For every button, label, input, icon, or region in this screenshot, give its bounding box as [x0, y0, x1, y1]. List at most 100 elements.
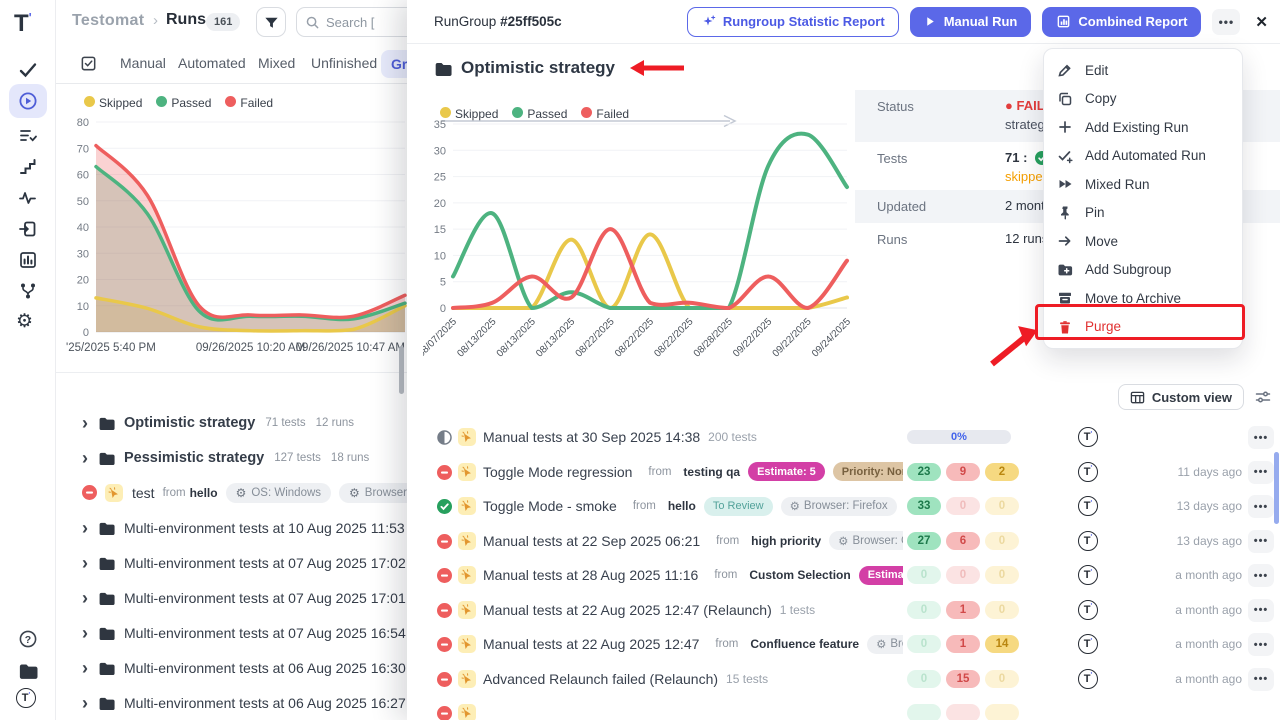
run-checklist-icon[interactable]: [80, 55, 98, 73]
run-row[interactable]: Manual tests at 28 Aug 2025 11:16 fromCu…: [407, 558, 1280, 593]
rungroup-name[interactable]: Multi-environment tests at 07 Aug 2025 1…: [124, 590, 406, 606]
run-title[interactable]: Manual tests at 22 Aug 2025 12:47: [483, 636, 699, 652]
run-title[interactable]: Toggle Mode - smoke: [483, 498, 617, 514]
run-name[interactable]: test: [132, 485, 155, 501]
menu-item-mixed-run[interactable]: Mixed Run: [1044, 170, 1242, 199]
close-icon[interactable]: ✕: [1255, 13, 1268, 31]
run-title[interactable]: Manual tests at 28 Aug 2025 11:16: [483, 567, 698, 583]
suite-name[interactable]: Custom Selection: [749, 568, 850, 582]
run-row[interactable]: Advanced Relaunch failed (Relaunch) 15 t…: [407, 662, 1280, 697]
run-title[interactable]: Toggle Mode regression: [483, 464, 632, 480]
suite-name[interactable]: hello: [668, 499, 696, 513]
list-item[interactable]: › Multi-environment tests at 06 Aug 2025…: [56, 650, 407, 685]
chevron-right-icon[interactable]: ›: [82, 624, 88, 642]
help-icon[interactable]: [18, 629, 38, 649]
list-item[interactable]: test from hello ⚙OS: Windows ⚙Browser: C…: [56, 475, 407, 510]
search-input[interactable]: Search [ ✕: [296, 7, 407, 37]
row-menu-button[interactable]: •••: [1248, 668, 1274, 691]
rungroup-name[interactable]: Multi-environment tests at 06 Aug 2025 1…: [124, 660, 406, 676]
tests-check-icon[interactable]: [18, 60, 38, 80]
run-row[interactable]: Manual tests at 30 Sep 2025 14:38200 tes…: [407, 420, 1280, 455]
row-menu-button[interactable]: •••: [1248, 530, 1274, 553]
rungroup-name[interactable]: Optimistic strategy: [124, 415, 255, 431]
tab-mixed[interactable]: Mixed: [258, 55, 295, 71]
list-item[interactable]: › Multi-environment tests at 07 Aug 2025…: [56, 580, 407, 615]
menu-item-add-subgroup[interactable]: Add Subgroup: [1044, 256, 1242, 285]
test-plans-icon[interactable]: [18, 126, 38, 146]
run-row[interactable]: Toggle Mode regression fromtesting qa Es…: [407, 455, 1280, 490]
rungroup-name[interactable]: Multi-environment tests at 07 Aug 2025 1…: [124, 555, 406, 571]
row-menu-button[interactable]: •••: [1248, 495, 1274, 518]
avatar[interactable]: T': [1078, 427, 1098, 447]
tab-automated[interactable]: Automated: [178, 55, 246, 71]
tab-manual[interactable]: Manual: [120, 55, 166, 71]
chevron-right-icon[interactable]: ›: [82, 659, 88, 677]
profile-avatar[interactable]: T': [16, 688, 36, 708]
tab-groups[interactable]: Groups: [381, 50, 407, 78]
import-icon[interactable]: [18, 219, 38, 239]
filter-button[interactable]: [256, 7, 286, 37]
list-item[interactable]: › Optimistic strategy 71 tests 12 runs: [56, 405, 407, 440]
breadcrumb-app[interactable]: Testomat: [72, 12, 144, 30]
list-item[interactable]: › Multi-environment tests at 07 Aug 2025…: [56, 615, 407, 650]
scrollbar-thumb[interactable]: [399, 346, 404, 394]
chevron-right-icon[interactable]: ›: [82, 694, 88, 712]
suite-name[interactable]: testing qa: [683, 465, 740, 479]
menu-item-move-to-archive[interactable]: Move to Archive: [1044, 284, 1242, 313]
list-item[interactable]: › Pessimistic strategy 127 tests 18 runs: [56, 440, 407, 475]
row-menu-button[interactable]: •••: [1248, 426, 1274, 449]
settings-gear-icon[interactable]: ⚙: [16, 312, 33, 331]
run-row[interactable]: Manual tests at 22 Aug 2025 12:47 fromCo…: [407, 627, 1280, 662]
run-title[interactable]: Manual tests at 22 Aug 2025 12:47 (Relau…: [483, 602, 772, 618]
steps-icon[interactable]: [18, 157, 38, 177]
run-row[interactable]: Toggle Mode - smoke fromhello To Review …: [407, 489, 1280, 524]
suite-name[interactable]: high priority: [751, 534, 821, 548]
rungroup-name[interactable]: Multi-environment tests at 06 Aug 2025 1…: [124, 695, 406, 711]
row-menu-button[interactable]: •••: [1248, 599, 1274, 622]
custom-view-button[interactable]: Custom view: [1118, 384, 1244, 410]
run-title[interactable]: Manual tests at 30 Sep 2025 14:38: [483, 429, 700, 445]
menu-item-edit[interactable]: Edit: [1044, 56, 1242, 85]
runs-play-icon[interactable]: [18, 91, 38, 111]
combined-report-button[interactable]: Combined Report: [1042, 7, 1201, 37]
menu-item-copy[interactable]: Copy: [1044, 85, 1242, 114]
scrollbar-thumb[interactable]: [1274, 452, 1279, 524]
more-actions-button[interactable]: •••: [1212, 9, 1240, 35]
reports-icon[interactable]: [18, 250, 38, 270]
manual-run-button[interactable]: Manual Run: [910, 7, 1032, 37]
row-menu-button[interactable]: •••: [1248, 633, 1274, 656]
columns-sliders-icon[interactable]: [1254, 389, 1272, 405]
analytics-pulse-icon[interactable]: [18, 188, 38, 208]
menu-item-purge[interactable]: Purge: [1044, 313, 1242, 342]
run-row[interactable]: Manual tests at 22 Aug 2025 12:47 (Relau…: [407, 593, 1280, 628]
chevron-right-icon[interactable]: ›: [82, 554, 88, 572]
row-menu-button[interactable]: •••: [1248, 461, 1274, 484]
suite-name[interactable]: hello: [190, 486, 218, 500]
list-item[interactable]: › Multi-environment tests at 07 Aug 2025…: [56, 545, 407, 580]
rungroup-name[interactable]: Multi-environment tests at 10 Aug 2025 1…: [124, 520, 405, 536]
rungroup-name[interactable]: Pessimistic strategy: [124, 450, 264, 466]
app-logo-icon[interactable]: T': [14, 10, 32, 38]
list-item[interactable]: › Multi-environment tests at 06 Aug 2025…: [56, 685, 407, 720]
list-item[interactable]: › Multi-environment tests at 10 Aug 2025…: [56, 510, 407, 545]
suite-name[interactable]: Confluence feature: [750, 637, 859, 651]
row-menu-button[interactable]: •••: [1248, 564, 1274, 587]
run-title[interactable]: Manual tests at 22 Sep 2025 06:21: [483, 533, 700, 549]
menu-item-add-automated-run[interactable]: Add Automated Run: [1044, 142, 1242, 171]
run-row[interactable]: [407, 696, 1280, 720]
menu-item-move[interactable]: Move: [1044, 227, 1242, 256]
branch-icon[interactable]: [18, 281, 38, 301]
menu-item-pin[interactable]: Pin: [1044, 199, 1242, 228]
rungroup-name[interactable]: Multi-environment tests at 07 Aug 2025 1…: [124, 625, 406, 641]
run-title[interactable]: Advanced Relaunch failed (Relaunch): [483, 671, 718, 687]
tab-unfinished[interactable]: Unfinished: [311, 55, 377, 71]
menu-item-add-existing-run[interactable]: Add Existing Run: [1044, 113, 1242, 142]
chevron-right-icon[interactable]: ›: [82, 589, 88, 607]
passed-count: 0: [907, 601, 941, 619]
run-row[interactable]: Manual tests at 22 Sep 2025 06:21 fromhi…: [407, 524, 1280, 559]
chevron-right-icon[interactable]: ›: [82, 414, 88, 432]
chevron-right-icon[interactable]: ›: [82, 449, 88, 467]
projects-folder-icon[interactable]: [18, 660, 38, 680]
statistic-report-button[interactable]: Rungroup Statistic Report: [687, 7, 899, 37]
chevron-right-icon[interactable]: ›: [82, 519, 88, 537]
